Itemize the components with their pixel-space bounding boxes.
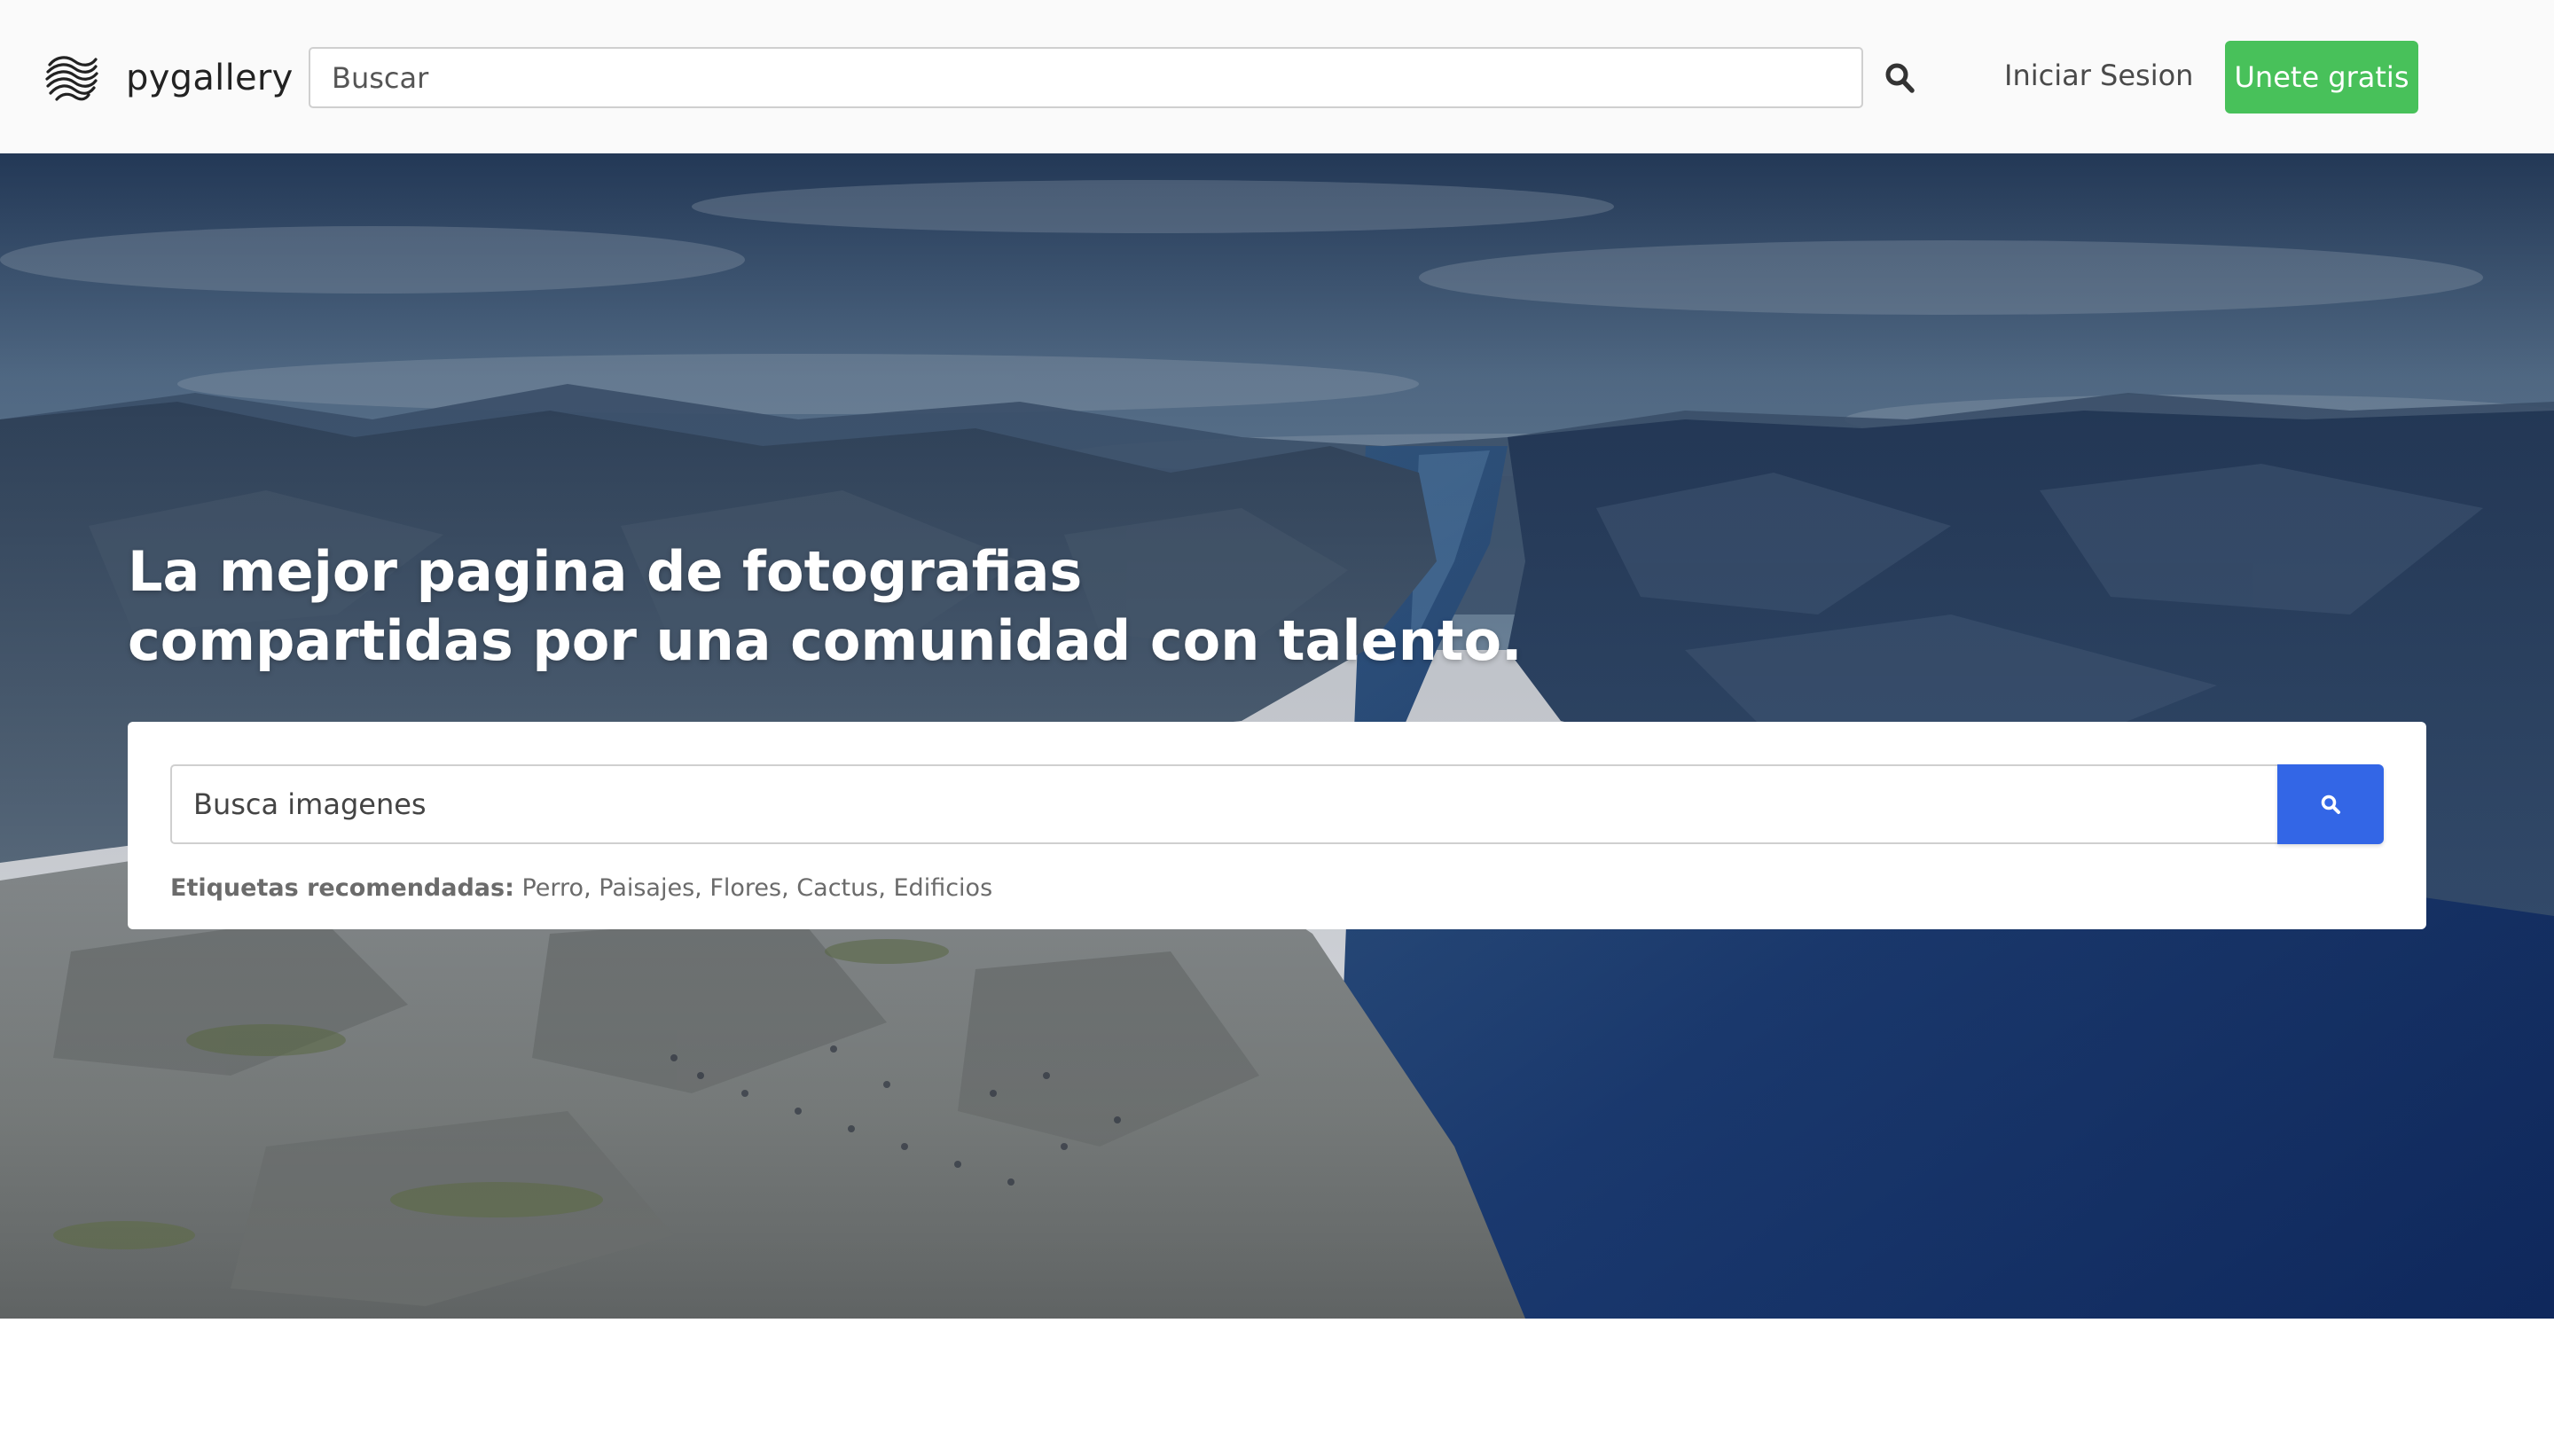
header-search-button[interactable] xyxy=(1880,57,1919,99)
tag-link[interactable]: Flores xyxy=(709,874,781,902)
tag-link[interactable]: Cactus xyxy=(796,874,878,902)
brand-link[interactable]: pygallery xyxy=(44,51,294,105)
brand-name: pygallery xyxy=(126,58,294,98)
login-link[interactable]: Iniciar Sesion xyxy=(2004,59,2193,92)
hero-search-input[interactable] xyxy=(170,764,2277,844)
search-icon xyxy=(2321,795,2340,814)
hero-title: La mejor pagina de fotografias compartid… xyxy=(128,537,1523,676)
header-search-input[interactable] xyxy=(309,47,1863,108)
recommended-tags: Etiquetas recomendadas: Perro, Paisajes,… xyxy=(170,874,993,902)
join-free-button[interactable]: Unete gratis xyxy=(2225,41,2418,114)
search-icon xyxy=(1885,63,1915,93)
hero-search-card: Etiquetas recomendadas: Perro, Paisajes,… xyxy=(128,722,2426,929)
top-navbar: pygallery Iniciar Sesion Unete gratis xyxy=(0,0,2554,153)
hero-search-button[interactable] xyxy=(2277,764,2384,844)
hero-title-line-1: La mejor pagina de fotografias xyxy=(128,539,1083,604)
tag-link[interactable]: Paisajes xyxy=(599,874,694,902)
tag-link[interactable]: Edificios xyxy=(894,874,993,902)
recommended-tags-label: Etiquetas recomendadas: xyxy=(170,874,514,902)
hero-section: La mejor pagina de fotografias compartid… xyxy=(0,153,2554,1319)
tag-link[interactable]: Perro xyxy=(521,874,584,902)
hero-title-line-2: compartidas por una comunidad con talent… xyxy=(128,608,1523,673)
wavy-lines-logo-icon xyxy=(45,56,98,101)
